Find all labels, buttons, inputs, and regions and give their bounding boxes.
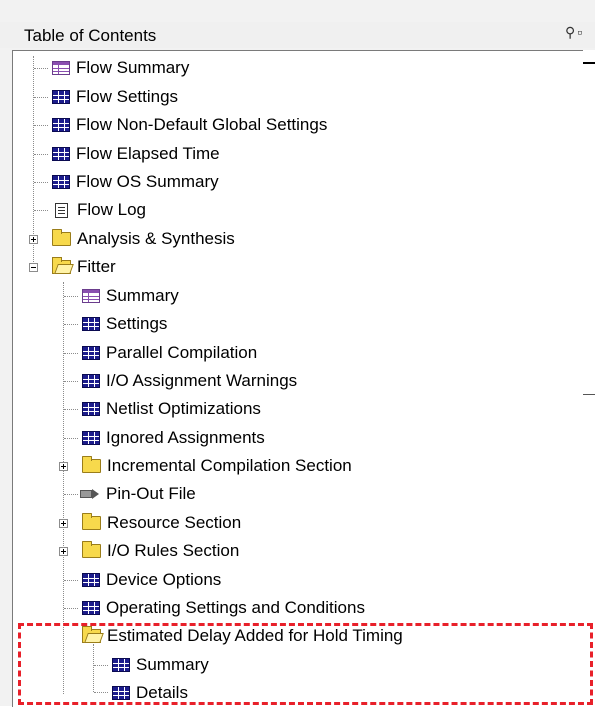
toc-panel: Table of Contents ⚲▫ Flow Summary Flow S… [0, 0, 595, 707]
table-icon [82, 346, 100, 360]
tree-item-io-rules-section[interactable]: I/O Rules Section [82, 537, 239, 565]
tree-item-label: Flow Elapsed Time [76, 144, 220, 163]
table-icon [82, 431, 100, 445]
scroll-up-icon[interactable] [583, 62, 595, 70]
folder-open-icon [52, 257, 71, 274]
tree-item-label: Summary [106, 286, 179, 305]
tree-branch [64, 608, 78, 609]
expand-analysis-icon[interactable] [29, 235, 38, 244]
tree-branch [64, 494, 78, 495]
tree-branch [64, 381, 78, 382]
tree-branch [64, 296, 78, 297]
tree-item-netlist-optimizations[interactable]: Netlist Optimizations [82, 395, 261, 423]
tree-branch [64, 409, 78, 410]
table-icon [52, 118, 70, 132]
tree-item-label: Resource Section [107, 513, 242, 532]
tree-branch [34, 125, 48, 126]
tree-item-label: Operating Settings and Conditions [106, 598, 365, 617]
tree-item-label: Ignored Assignments [106, 428, 265, 447]
tree-item-label: Settings [106, 314, 168, 333]
folder-icon [82, 513, 101, 530]
table-icon [52, 175, 70, 189]
table-icon [82, 601, 100, 615]
pin-out-file-icon [80, 488, 100, 500]
tree-item-fitter-summary[interactable]: Summary [82, 282, 179, 310]
tree-item-ignored-assignments[interactable]: Ignored Assignments [82, 424, 265, 452]
tree-item-operating-settings[interactable]: Operating Settings and Conditions [82, 594, 365, 622]
tree-item-label: Device Options [106, 570, 222, 589]
tree-item-label: I/O Assignment Warnings [106, 371, 298, 390]
tree-item-label: Netlist Optimizations [106, 399, 261, 418]
tree-item-label: Parallel Compilation [106, 343, 258, 362]
tree-item-pin-out-file[interactable]: Pin-Out File [80, 480, 196, 508]
table-icon [52, 90, 70, 104]
expand-resource-icon[interactable] [59, 519, 68, 528]
tree-item-label: I/O Rules Section [107, 541, 240, 560]
vertical-scrollbar[interactable] [583, 50, 595, 706]
tree-item-fitter[interactable]: Fitter [52, 253, 116, 281]
tree-item-flow-non-default[interactable]: Flow Non-Default Global Settings [52, 111, 327, 139]
collapse-fitter-icon[interactable] [29, 263, 38, 272]
tree-item-io-assignment-warnings[interactable]: I/O Assignment Warnings [82, 367, 297, 395]
tree-item-device-options[interactable]: Device Options [82, 566, 221, 594]
panel-title: Table of Contents [24, 26, 157, 45]
document-icon [55, 202, 68, 218]
tree-item-label: Flow Settings [76, 87, 179, 106]
tree-item-label: Analysis & Synthesis [77, 229, 235, 248]
table-icon [82, 573, 100, 587]
folder-icon [52, 229, 71, 246]
folder-icon [82, 456, 101, 473]
tree-branch [64, 438, 78, 439]
expand-io-rules-icon[interactable] [59, 547, 68, 556]
expand-incremental-icon[interactable] [59, 462, 68, 471]
tree-item-parallel-compilation[interactable]: Parallel Compilation [82, 339, 257, 367]
tree-item-label: Incremental Compilation Section [107, 456, 352, 475]
pin-icon[interactable]: ⚲▫ [565, 24, 584, 41]
tree-item-label: Fitter [77, 257, 116, 276]
tree-item-label: Pin-Out File [106, 484, 196, 503]
tree-branch [64, 324, 78, 325]
tree-branch [64, 580, 78, 581]
tree-branch [34, 68, 48, 69]
tree-item-label: Flow OS Summary [76, 172, 219, 191]
tree-item-resource-section[interactable]: Resource Section [82, 509, 241, 537]
folder-icon [82, 541, 101, 558]
tree-item-incremental-compilation[interactable]: Incremental Compilation Section [82, 452, 352, 480]
tree-item-flow-settings[interactable]: Flow Settings [52, 83, 178, 111]
highlight-box [18, 623, 593, 705]
table-icon [82, 317, 100, 331]
table-icon [82, 402, 100, 416]
tree-item-flow-summary[interactable]: Flow Summary [52, 54, 189, 82]
tree-item-analysis-synthesis[interactable]: Analysis & Synthesis [52, 225, 235, 253]
summary-table-icon [82, 289, 100, 303]
tree-item-flow-elapsed[interactable]: Flow Elapsed Time [52, 140, 220, 168]
summary-table-icon [52, 61, 70, 75]
tree-item-label: Flow Summary [76, 58, 190, 77]
table-icon [82, 374, 100, 388]
tree-item-label: Flow Non-Default Global Settings [76, 115, 328, 134]
tree-branch [64, 353, 78, 354]
table-icon [52, 147, 70, 161]
tree-branch [34, 154, 48, 155]
toc-titlebar: Table of Contents ⚲▫ [0, 22, 595, 48]
scroll-thumb[interactable] [583, 394, 595, 395]
tree-item-label: Flow Log [77, 200, 146, 219]
tree-branch [34, 210, 48, 211]
tree-item-flow-os-summary[interactable]: Flow OS Summary [52, 168, 219, 196]
tree-branch [34, 182, 48, 183]
tree-item-fitter-settings[interactable]: Settings [82, 310, 167, 338]
tree-branch [34, 97, 48, 98]
tree-item-flow-log[interactable]: Flow Log [55, 196, 146, 224]
